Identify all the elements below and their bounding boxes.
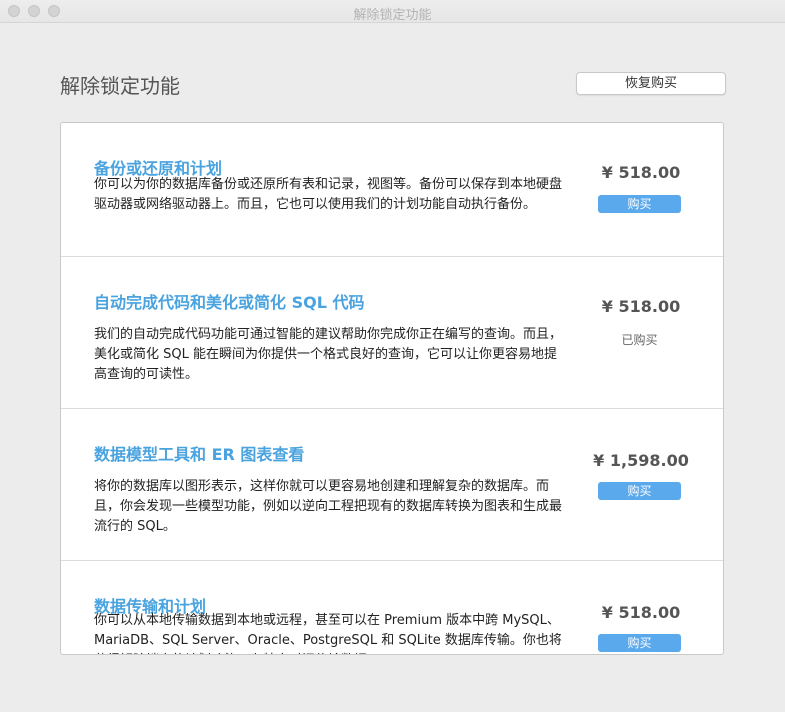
- page-title: 解除锁定功能: [60, 74, 180, 98]
- feature-price: ¥ 518.00: [601, 163, 681, 182]
- feature-description: 我们的自动完成代码功能可通过智能的建议帮助你完成你正在编写的查询。而且，美化或简…: [94, 327, 563, 382]
- feature-price: ¥ 518.00: [601, 297, 681, 316]
- buy-button[interactable]: 购买: [598, 634, 681, 652]
- feature-price: ¥ 518.00: [601, 603, 681, 622]
- feature-item-data-transfer: 数据传输和计划 你可以从本地传输数据到本地或远程，甚至可以在 Premium 版…: [61, 561, 723, 654]
- feature-description: 将你的数据库以图形表示，这样你就可以更容易地创建和理解复杂的数据库。而且，你会发…: [94, 479, 563, 534]
- feature-description: 你可以从本地传输数据到本地或远程，甚至可以在 Premium 版本中跨 MySQ…: [94, 613, 562, 654]
- feature-item-backup: 备份或还原和计划 你可以为你的数据库备份或还原所有表和记录，视图等。备份可以保存…: [61, 123, 723, 257]
- title-bar: 解除锁定功能: [0, 0, 785, 23]
- window-title: 解除锁定功能: [353, 8, 432, 23]
- feature-title: 数据模型工具和 ER 图表查看: [94, 445, 305, 464]
- feature-description: 你可以为你的数据库备份或还原所有表和记录，视图等。备份可以保存到本地硬盘驱动器或…: [94, 177, 563, 212]
- buy-button[interactable]: 购买: [598, 482, 681, 500]
- feature-list: 备份或还原和计划 你可以为你的数据库备份或还原所有表和记录，视图等。备份可以保存…: [60, 122, 724, 655]
- buy-button[interactable]: 购买: [598, 195, 681, 213]
- feature-price: ¥ 1,598.00: [593, 451, 689, 470]
- feature-item-autocomplete: 自动完成代码和美化或简化 SQL 代码 我们的自动完成代码功能可通过智能的建议帮…: [61, 257, 723, 409]
- purchased-status: 已购买: [621, 333, 658, 347]
- feature-title: 自动完成代码和美化或简化 SQL 代码: [94, 293, 365, 312]
- feature-item-data-model: 数据模型工具和 ER 图表查看 将你的数据库以图形表示，这样你就可以更容易地创建…: [61, 409, 723, 561]
- restore-purchase-button[interactable]: 恢复购买: [576, 72, 726, 95]
